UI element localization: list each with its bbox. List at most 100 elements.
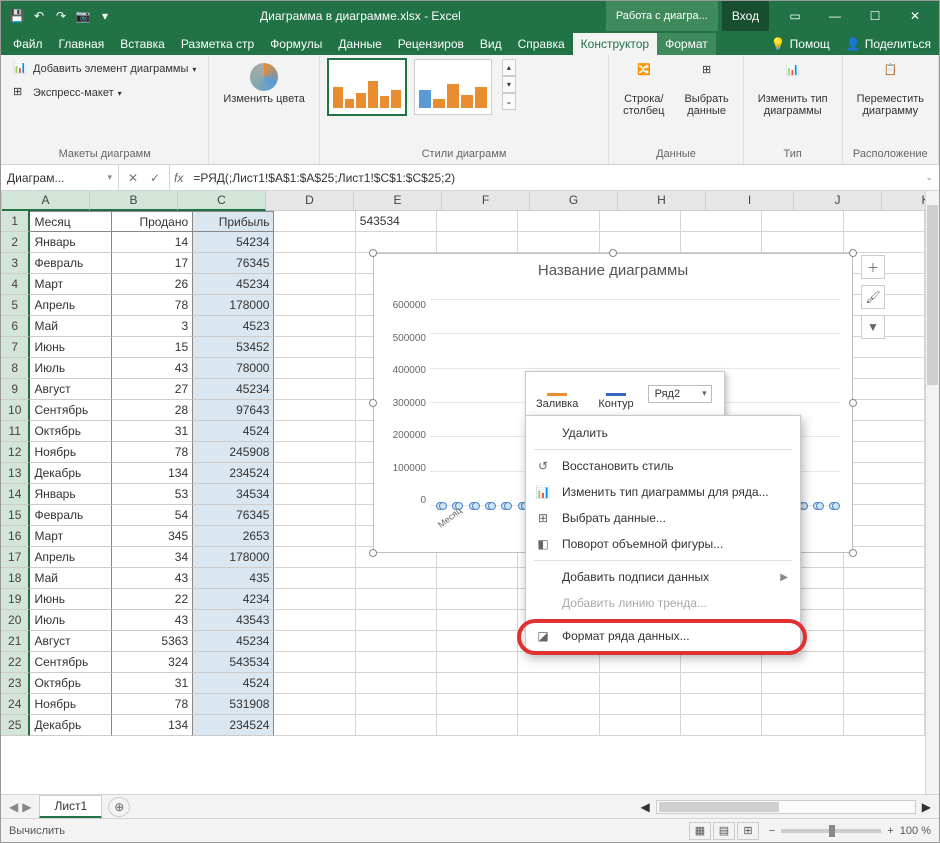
row-header[interactable]: 21 — [1, 631, 30, 652]
cell[interactable] — [274, 463, 355, 484]
cell[interactable] — [274, 253, 355, 274]
cell[interactable] — [274, 631, 355, 652]
cell[interactable] — [274, 526, 355, 547]
cell[interactable]: Ноябрь — [30, 442, 111, 463]
context-menu-item[interactable]: Добавить подписи данных▶ — [526, 564, 800, 590]
cell[interactable]: 27 — [112, 379, 193, 400]
cell[interactable] — [518, 211, 599, 232]
cell[interactable]: Месяц — [30, 211, 111, 232]
cell[interactable]: 78 — [112, 694, 193, 715]
fx-icon[interactable]: fx — [170, 171, 187, 185]
cell[interactable]: 3 — [112, 316, 193, 337]
cell[interactable]: Прибыль — [193, 211, 274, 232]
cell[interactable]: 34534 — [193, 484, 274, 505]
resize-handle[interactable] — [849, 249, 857, 257]
cell[interactable] — [274, 505, 355, 526]
cell[interactable]: Октябрь — [30, 673, 111, 694]
cell[interactable]: 435 — [193, 568, 274, 589]
outline-button[interactable]: Контур — [592, 376, 639, 412]
cell[interactable] — [518, 652, 599, 673]
cell[interactable] — [762, 232, 843, 253]
cell[interactable]: 43 — [112, 358, 193, 379]
resize-handle[interactable] — [849, 549, 857, 557]
cell[interactable] — [274, 568, 355, 589]
row-header[interactable]: 6 — [1, 316, 30, 337]
scroll-left-icon[interactable]: ◀ — [641, 800, 650, 814]
cell[interactable]: 245908 — [193, 442, 274, 463]
cell[interactable] — [437, 673, 518, 694]
chart-elements-button[interactable]: ＋ — [861, 255, 885, 279]
row-header[interactable]: 7 — [1, 337, 30, 358]
tab-home[interactable]: Главная — [51, 33, 113, 55]
cell[interactable] — [844, 589, 925, 610]
cell[interactable]: 78 — [112, 442, 193, 463]
view-layout-icon[interactable]: ▤ — [713, 822, 735, 840]
tab-formulas[interactable]: Формулы — [262, 33, 330, 55]
cell[interactable] — [681, 211, 762, 232]
cell[interactable]: 34 — [112, 547, 193, 568]
cell[interactable] — [844, 526, 925, 547]
cell[interactable] — [356, 589, 437, 610]
cell[interactable]: 134 — [112, 715, 193, 736]
minimize-icon[interactable]: — — [817, 1, 853, 31]
chart-style-1[interactable] — [328, 59, 406, 115]
cell[interactable]: Июль — [30, 358, 111, 379]
cell[interactable] — [437, 568, 518, 589]
cell[interactable] — [274, 589, 355, 610]
column-header[interactable]: K — [882, 191, 925, 211]
context-menu-item[interactable]: ◧Поворот объемной фигуры... — [526, 531, 800, 557]
sheet-next-icon[interactable]: ▶ — [22, 800, 31, 814]
cell[interactable] — [274, 379, 355, 400]
row-header[interactable]: 20 — [1, 610, 30, 631]
cell[interactable] — [762, 652, 843, 673]
row-header[interactable]: 23 — [1, 673, 30, 694]
formula-input[interactable]: =РЯД(;Лист1!$A$1:$A$25;Лист1!$C$1:$C$25;… — [187, 171, 919, 185]
qat-more-icon[interactable]: ▾ — [95, 6, 115, 26]
cell[interactable] — [844, 211, 925, 232]
row-header[interactable]: 13 — [1, 463, 30, 484]
column-header[interactable]: B — [90, 191, 178, 211]
cell[interactable]: 54 — [112, 505, 193, 526]
cell[interactable] — [356, 232, 437, 253]
view-pagebreak-icon[interactable]: ⊞ — [737, 822, 759, 840]
cell[interactable] — [274, 421, 355, 442]
cell[interactable]: 53452 — [193, 337, 274, 358]
cell[interactable] — [681, 715, 762, 736]
cell[interactable]: 4524 — [193, 673, 274, 694]
context-menu-item[interactable]: 📊Изменить тип диаграммы для ряда... — [526, 479, 800, 505]
cell[interactable] — [437, 652, 518, 673]
sheet-tab[interactable]: Лист1 — [39, 795, 102, 818]
context-menu-item[interactable]: ◪Формат ряда данных... — [526, 623, 800, 649]
tab-view[interactable]: Вид — [472, 33, 510, 55]
view-normal-icon[interactable]: ▦ — [689, 822, 711, 840]
row-header[interactable]: 16 — [1, 526, 30, 547]
column-header[interactable]: H — [618, 191, 706, 211]
cell[interactable]: Апрель — [30, 547, 111, 568]
login-button[interactable]: Вход — [722, 1, 769, 31]
cell[interactable] — [356, 715, 437, 736]
resize-handle[interactable] — [369, 399, 377, 407]
cell[interactable]: 31 — [112, 673, 193, 694]
cell[interactable] — [844, 631, 925, 652]
cell[interactable]: 31 — [112, 421, 193, 442]
cell[interactable] — [844, 463, 925, 484]
cell[interactable]: Сентябрь — [30, 652, 111, 673]
context-menu-item[interactable]: ⊞Выбрать данные... — [526, 505, 800, 531]
cell[interactable]: Октябрь — [30, 421, 111, 442]
cell[interactable] — [762, 211, 843, 232]
cell[interactable] — [274, 484, 355, 505]
zoom-slider[interactable] — [781, 829, 881, 833]
cell[interactable]: 76345 — [193, 505, 274, 526]
cell[interactable]: Март — [30, 526, 111, 547]
cell[interactable] — [844, 442, 925, 463]
move-chart-button[interactable]: 📋Переместить диаграмму — [851, 59, 930, 121]
cell[interactable]: 43 — [112, 610, 193, 631]
cell[interactable] — [844, 568, 925, 589]
cell[interactable]: 43 — [112, 568, 193, 589]
undo-icon[interactable]: ↶ — [29, 6, 49, 26]
cell[interactable]: Июнь — [30, 337, 111, 358]
cell[interactable]: Ноябрь — [30, 694, 111, 715]
chart-styles-button[interactable]: 🖌 — [861, 285, 885, 309]
cell[interactable]: 134 — [112, 463, 193, 484]
tab-review[interactable]: Рецензиров — [390, 33, 472, 55]
